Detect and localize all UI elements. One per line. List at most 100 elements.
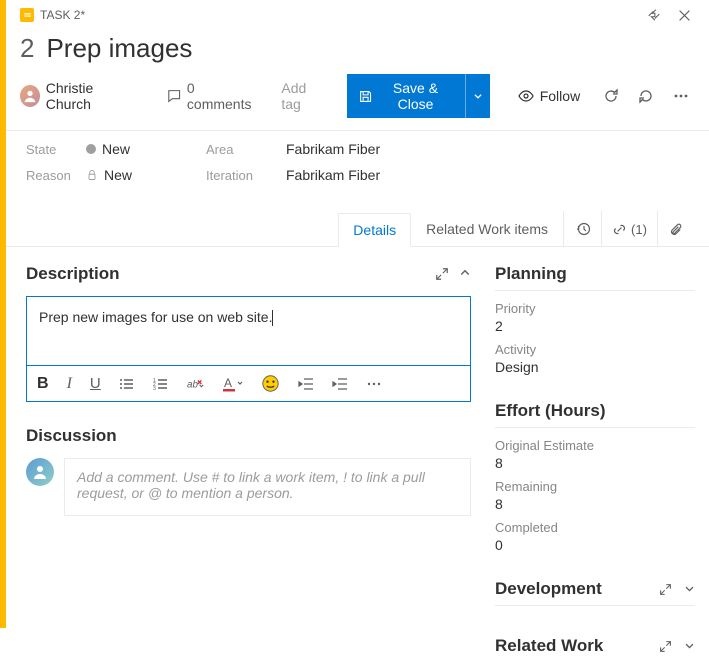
reason-value: New [104,167,132,183]
revert-button[interactable] [631,81,660,111]
work-item-title[interactable]: Prep images [46,33,192,64]
increase-indent-button[interactable] [332,376,348,392]
tab-attachments[interactable] [657,211,695,247]
decrease-indent-button[interactable] [298,376,314,392]
undo-icon [638,88,654,104]
links-count: (1) [631,222,647,237]
toolbar: Christie Church 0 comments Add tag Save … [6,74,709,130]
refresh-icon [603,88,619,104]
discussion-heading: Discussion [26,426,471,446]
collapse-icon[interactable] [639,3,669,27]
comments-count: 0 comments [187,80,255,112]
font-color-button[interactable]: A [223,376,243,392]
lock-icon [86,169,98,181]
save-icon [359,89,372,104]
editor-toolbar: B I U 123 ab A [26,366,471,402]
reason-field[interactable]: New [86,167,206,183]
divider [495,605,695,606]
chevron-down-icon[interactable] [684,640,695,653]
area-value: Fabrikam Fiber [286,141,380,157]
divider [495,290,695,291]
original-estimate-field[interactable]: 8 [495,455,695,471]
area-label: Area [206,142,286,157]
font-color-icon: A [223,376,243,392]
follow-button[interactable]: Follow [508,84,590,108]
development-heading-row: Development [495,579,695,599]
development-heading: Development [495,579,602,599]
emoji-button[interactable] [261,374,280,393]
outdent-icon [298,376,314,392]
close-icon[interactable] [669,3,699,27]
tab-links[interactable]: (1) [601,211,657,247]
task-type-icon [20,8,34,22]
save-button-label: Save & Close [378,80,453,112]
state-label: State [26,142,86,157]
area-field[interactable]: Fabrikam Fiber [286,141,695,157]
work-item-id: 2 [20,33,34,64]
add-tag-button[interactable]: Add tag [271,76,335,116]
bulleted-list-button[interactable] [119,376,135,392]
numbered-list-icon: 123 [153,376,169,392]
refresh-button[interactable] [596,81,625,111]
follow-label: Follow [540,88,580,104]
description-heading-row: Description [26,264,471,284]
related-work-heading-row: Related Work [495,636,695,656]
effort-heading: Effort (Hours) [495,401,695,421]
bold-button[interactable]: B [37,375,49,393]
expand-icon[interactable] [435,267,449,281]
bulleted-list-icon [119,376,135,392]
tab-related-work-items[interactable]: Related Work items [411,212,563,246]
remaining-field[interactable]: 8 [495,496,695,512]
iteration-field[interactable]: Fabrikam Fiber [286,167,695,183]
state-value: New [102,141,130,157]
tab-history[interactable] [563,211,601,247]
comment-input[interactable]: Add a comment. Use # to link a work item… [64,458,471,516]
chevron-down-icon [473,91,483,101]
numbered-list-button[interactable]: 123 [153,376,169,392]
chevron-down-icon[interactable] [684,583,695,596]
remaining-label: Remaining [495,479,695,494]
related-work-heading: Related Work [495,636,603,656]
tab-details[interactable]: Details [338,213,411,247]
expand-icon[interactable] [659,583,672,596]
meta-row-state: State New Area Fabrikam Fiber [6,131,709,161]
activity-field[interactable]: Design [495,359,695,375]
reason-label: Reason [26,168,86,183]
iteration-value: Fabrikam Fiber [286,167,380,183]
priority-field[interactable]: 2 [495,318,695,334]
meta-row-reason: Reason New Iteration Fabrikam Fiber [6,161,709,193]
comments-button[interactable]: 0 comments [157,76,266,116]
description-heading: Description [26,264,120,284]
clear-format-icon: ab [187,376,205,392]
ellipsis-icon [366,376,382,392]
divider [495,427,695,428]
more-actions-button[interactable] [666,81,695,111]
italic-button[interactable]: I [67,375,72,393]
state-field[interactable]: New [86,141,206,157]
avatar [20,85,40,107]
clear-formatting-button[interactable]: ab [187,376,205,392]
save-dropdown-button[interactable] [465,74,490,118]
assignee-picker[interactable]: Christie Church [20,78,141,114]
expand-icon[interactable] [659,640,672,653]
activity-label: Activity [495,342,695,357]
underline-button[interactable]: U [90,375,101,392]
state-dot-icon [86,144,96,154]
description-text: Prep new images for use on web site. [39,309,272,325]
type-color-bar [0,0,6,628]
eye-icon [518,88,534,104]
tabs-bar: Details Related Work items (1) [6,193,709,247]
more-formatting-button[interactable] [366,376,382,392]
emoji-icon [261,374,280,393]
assignee-name: Christie Church [46,80,133,112]
description-editor[interactable]: Prep new images for use on web site. [26,296,471,366]
chevron-up-icon[interactable] [459,267,471,281]
link-icon [612,222,627,237]
indent-icon [332,376,348,392]
completed-label: Completed [495,520,695,535]
svg-text:A: A [224,376,232,390]
ellipsis-icon [673,88,689,104]
save-and-close-button[interactable]: Save & Close [347,74,465,118]
attachment-icon [669,222,684,237]
completed-field[interactable]: 0 [495,537,695,553]
